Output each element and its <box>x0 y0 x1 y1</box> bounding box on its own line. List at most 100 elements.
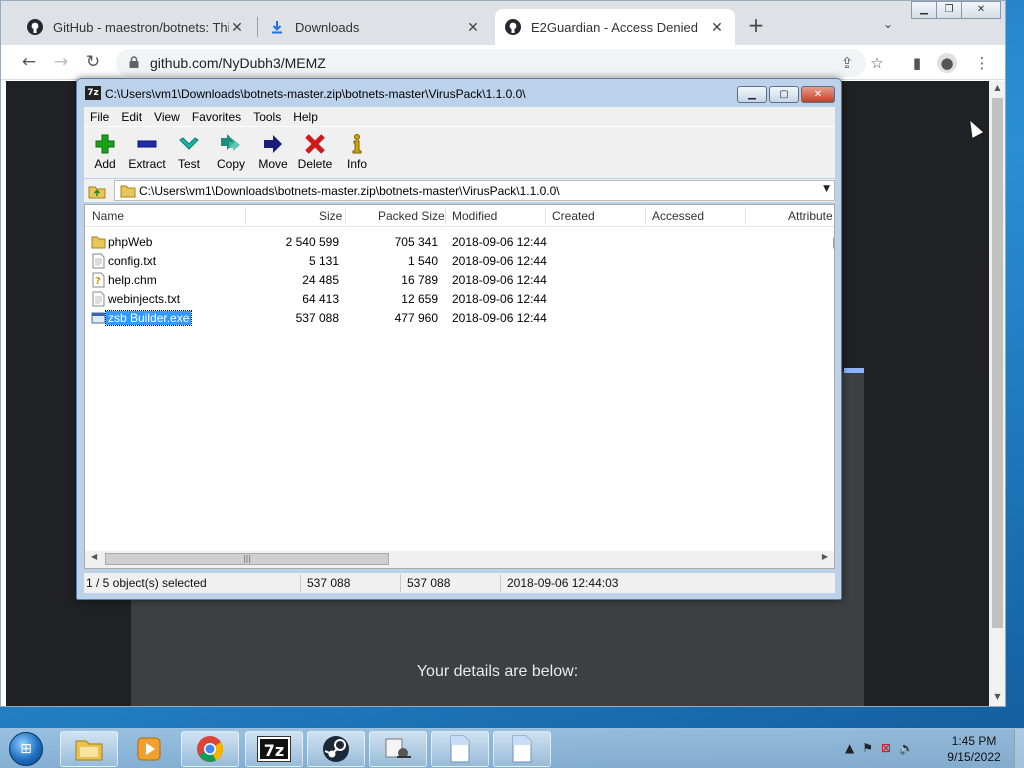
check-icon <box>168 133 210 155</box>
file-name: phpWeb <box>108 235 153 249</box>
menu-view[interactable]: View <box>148 110 186 124</box>
folder-icon <box>120 185 136 198</box>
address-bar: C:\Users\vm1\Downloads\botnets-master.zi… <box>84 179 835 202</box>
github-icon <box>27 19 43 35</box>
file-size: 5 131 <box>308 254 339 268</box>
forward-icon[interactable]: → <box>51 53 71 73</box>
folder-icon <box>91 236 106 249</box>
extract-button[interactable]: Extract <box>126 127 168 178</box>
scroll-right-icon[interactable]: ▶ <box>822 552 828 561</box>
close-window-button[interactable]: ✕ <box>801 86 835 103</box>
list-item[interactable]: webinjects.txt 64 413 12 659 2018-09-06 … <box>85 290 834 309</box>
taskbar-notepad-1[interactable] <box>431 731 489 767</box>
close-tab-icon[interactable]: ✕ <box>465 19 481 35</box>
tab-search-icon[interactable]: ⌄ <box>879 17 897 35</box>
back-icon[interactable]: ← <box>19 53 39 73</box>
accent-bar <box>844 368 864 373</box>
close-tab-icon[interactable]: ✕ <box>709 19 725 35</box>
minimize-button[interactable]: ▁ <box>737 86 767 103</box>
folder-up-button[interactable] <box>87 181 107 200</box>
minimize-button[interactable]: ▁ <box>911 1 937 19</box>
column-header: Name Size Packed Size Modified Created A… <box>85 205 834 227</box>
path-combobox[interactable]: C:\Users\vm1\Downloads\botnets-master.zi… <box>114 180 835 201</box>
info-label: Info <box>346 157 367 171</box>
scroll-up-icon[interactable]: ▲ <box>989 81 1005 95</box>
profile-avatar-icon[interactable]: ● <box>937 53 957 73</box>
taskbar-control-panel[interactable] <box>369 731 427 767</box>
tab-e2guardian[interactable]: E2Guardian - Access Denied ✕ <box>495 9 735 45</box>
test-button[interactable]: Test <box>168 127 210 178</box>
scroll-down-icon[interactable]: ▼ <box>989 690 1005 704</box>
clock[interactable]: 1:45 PM 9/15/2022 <box>936 733 1012 765</box>
bookmark-star-icon[interactable]: ☆ <box>867 53 887 73</box>
column-created[interactable]: Created <box>552 209 595 223</box>
volume-icon[interactable]: 🔈 <box>899 741 914 755</box>
copy-button[interactable]: Copy <box>210 127 252 178</box>
selected-packed-size: 537 088 <box>407 576 451 590</box>
column-name[interactable]: Name <box>92 209 124 223</box>
notepad-icon <box>512 735 532 763</box>
menu-help[interactable]: Help <box>287 110 324 124</box>
browser-toolbar: ← → ↻ github.com/NyDubh3/MEMZ ⇪ ☆ ▮ ● ⋮ <box>1 45 1005 80</box>
taskbar-steam[interactable] <box>307 731 365 767</box>
close-window-button[interactable]: ✕ <box>961 1 1001 19</box>
tab-title: Downloads <box>295 19 360 35</box>
column-packed-size[interactable]: Packed Size <box>378 209 445 223</box>
restore-button[interactable]: ❐ <box>936 1 962 19</box>
list-item[interactable]: config.txt 5 131 1 540 2018-09-06 12:44 <box>85 252 834 271</box>
taskbar-chrome[interactable] <box>181 731 239 767</box>
share-icon[interactable]: ⇪ <box>837 53 857 73</box>
scrollbar-thumb[interactable] <box>992 98 1003 628</box>
clock-time: 1:45 PM <box>951 734 997 748</box>
taskbar-explorer[interactable] <box>60 731 118 767</box>
maximize-button[interactable]: ▢ <box>769 86 799 103</box>
status-bar: 1 / 5 object(s) selected 537 088 537 088… <box>84 573 835 593</box>
file-packed-size: 16 789 <box>401 273 438 287</box>
new-tab-button[interactable]: + <box>745 15 767 37</box>
scrollbar-thumb[interactable]: ||| <box>105 553 389 565</box>
horizontal-scrollbar[interactable]: ◀ ||| ▶ <box>85 551 834 568</box>
dropdown-arrow-icon[interactable]: ▼ <box>823 184 830 194</box>
minus-icon <box>126 133 168 155</box>
column-accessed[interactable]: Accessed <box>652 209 704 223</box>
file-size: 24 485 <box>302 273 339 287</box>
address-bar[interactable]: github.com/NyDubh3/MEMZ <box>116 49 866 77</box>
add-button[interactable]: Add <box>84 127 126 178</box>
file-size: 2 540 599 <box>285 235 339 249</box>
extract-label: Extract <box>128 157 166 171</box>
list-item[interactable]: ? help.chm 24 485 16 789 2018-09-06 12:4… <box>85 271 834 290</box>
windows-logo-icon: ⊞ <box>9 732 43 766</box>
chrome-icon <box>197 736 224 762</box>
menu-tools[interactable]: Tools <box>247 110 287 124</box>
show-desktop-button[interactable] <box>1014 729 1024 768</box>
close-tab-icon[interactable]: ✕ <box>229 19 245 35</box>
column-size[interactable]: Size <box>319 209 342 223</box>
tab-downloads[interactable]: Downloads ✕ <box>259 9 491 45</box>
reload-icon[interactable]: ↻ <box>83 53 103 73</box>
menu-file[interactable]: File <box>84 110 115 124</box>
column-modified[interactable]: Modified <box>452 209 497 223</box>
x-icon <box>294 133 336 155</box>
page-scrollbar[interactable]: ▲ ▼ <box>989 81 1005 706</box>
list-item[interactable]: phpWeb 2 540 599 705 341 2018-09-06 12:4… <box>85 233 834 252</box>
delete-button[interactable]: Delete <box>294 127 336 178</box>
show-hidden-icons-icon[interactable]: ▲ <box>845 741 854 755</box>
menu-edit[interactable]: Edit <box>115 110 148 124</box>
taskbar-sevenzip[interactable]: 7z <box>245 731 303 767</box>
info-button[interactable]: Info <box>336 127 378 178</box>
tab-github-botnets[interactable]: GitHub - maestron/botnets: This ✕ <box>17 9 255 45</box>
network-disconnected-icon[interactable]: ⊠ <box>881 741 891 755</box>
exe-file-icon <box>91 312 106 324</box>
move-button[interactable]: Move <box>252 127 294 178</box>
column-attributes[interactable]: Attribute <box>788 209 833 223</box>
list-item-selected[interactable]: zsb Builder.exe 537 088 477 960 2018-09-… <box>85 309 834 328</box>
menu-dots-icon[interactable]: ⋮ <box>972 53 992 73</box>
menu-favorites[interactable]: Favorites <box>186 110 247 124</box>
taskbar-notepad-2[interactable] <box>493 731 551 767</box>
action-center-icon[interactable]: ⚑ <box>862 741 873 755</box>
taskbar-media-player[interactable] <box>120 731 178 767</box>
side-panel-icon[interactable]: ▮ <box>907 53 927 73</box>
scroll-left-icon[interactable]: ◀ <box>91 552 97 561</box>
start-button[interactable]: ⊞ <box>4 730 48 768</box>
selected-size: 537 088 <box>307 576 351 590</box>
